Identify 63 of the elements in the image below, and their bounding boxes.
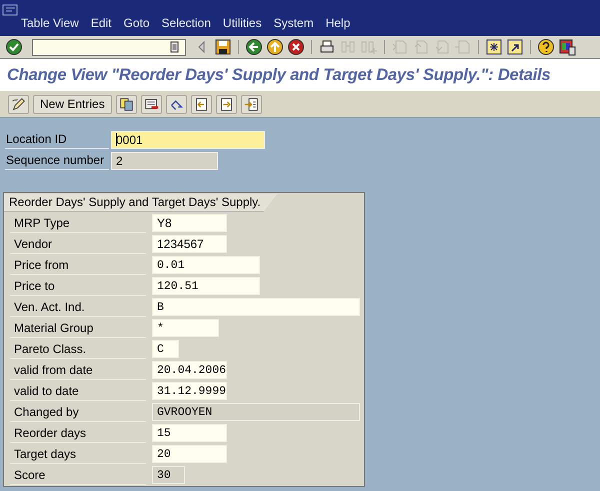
field-label: Price to [10, 276, 146, 296]
undo-change-button[interactable] [166, 94, 187, 114]
select-entry-button[interactable] [240, 94, 262, 114]
field-label: Price from [10, 256, 146, 274]
input-field[interactable]: 20 [152, 445, 227, 463]
menu-item[interactable]: Edit [84, 16, 118, 30]
save-icon[interactable] [214, 38, 232, 56]
back-icon[interactable] [245, 38, 263, 56]
input-field[interactable]: 1234567 [152, 235, 227, 253]
shortcut-icon[interactable] [506, 38, 524, 56]
input-field[interactable]: 15 [152, 424, 227, 442]
copy-as-icon [118, 96, 134, 112]
menu-item[interactable]: Goto [118, 16, 156, 30]
input-field[interactable]: * [152, 319, 219, 337]
menu-item[interactable]: Selection [156, 16, 217, 30]
input-field[interactable]: Y8 [152, 214, 227, 232]
delete-button[interactable] [140, 94, 162, 114]
field-label: Changed by [10, 402, 146, 422]
field-label: Reorder days [10, 424, 146, 442]
display-field: 2 [111, 152, 218, 170]
input-field[interactable]: 0001 [111, 130, 265, 148]
field-label: Score [10, 466, 146, 484]
command-field[interactable] [32, 38, 186, 56]
menu-item[interactable]: System [268, 16, 320, 30]
field-label: Location ID [5, 130, 109, 149]
next-entry-button[interactable] [216, 94, 237, 114]
menu-item[interactable]: Table View [15, 16, 85, 30]
input-field[interactable]: B [152, 298, 360, 316]
field-label: Pareto Class. [10, 340, 146, 358]
help-icon[interactable] [537, 38, 555, 56]
screen-title: Change View "Reorder Days' Supply and Target Days' Supply.": Details [7, 66, 551, 84]
field-label: valid from date [10, 360, 146, 380]
input-field[interactable]: 31.12.9999 [152, 382, 227, 400]
new-entries-button[interactable]: New Entries [33, 94, 112, 114]
input-field[interactable]: C [152, 340, 179, 358]
field-label: Vendor [10, 234, 146, 254]
display-field: GVROOYEN [152, 403, 360, 421]
field-label: Sequence number [5, 151, 109, 170]
pencil-icon [11, 96, 26, 112]
field-label: Target days [10, 444, 146, 464]
input-field[interactable]: 0.01 [152, 256, 260, 274]
input-field[interactable]: 20.04.2006 [152, 361, 227, 379]
menu-item[interactable]: Utilities [216, 16, 268, 30]
display-field: 30 [152, 466, 185, 484]
enter-icon[interactable] [5, 38, 23, 56]
next-entry-icon [218, 96, 234, 112]
exit-icon[interactable] [266, 38, 284, 56]
field-label: valid to date [10, 382, 146, 400]
delete-icon [144, 96, 159, 112]
field-label: MRP Type [10, 214, 146, 232]
new-session-icon[interactable] [485, 38, 503, 56]
previous-entry-button[interactable] [190, 94, 212, 114]
layout-icon[interactable] [558, 38, 576, 56]
previous-entry-icon [194, 96, 209, 112]
select-entry-icon [244, 96, 259, 112]
group-title: Reorder Days' Supply and Target Days' Supply. [4, 194, 278, 212]
field-label: Ven. Act. Ind. [10, 298, 146, 316]
change-display-button[interactable] [8, 94, 29, 114]
menu-item[interactable]: Help [320, 16, 356, 30]
input-field[interactable]: 120.51 [152, 277, 260, 295]
field-label: Material Group [10, 318, 146, 338]
copy-as-button[interactable] [116, 94, 137, 114]
cancel-icon[interactable] [287, 38, 305, 56]
